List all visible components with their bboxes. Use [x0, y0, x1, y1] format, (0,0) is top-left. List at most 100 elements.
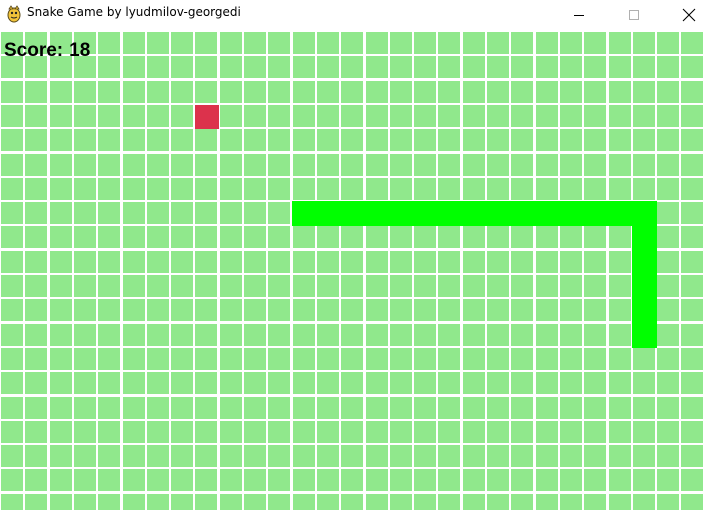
grid-cell	[341, 372, 363, 394]
grid-cell	[438, 129, 460, 151]
grid-cell	[74, 275, 96, 297]
grid-cell	[147, 421, 169, 443]
grid-cell	[220, 56, 242, 78]
grid-cell	[390, 372, 412, 394]
grid-cell	[681, 275, 703, 297]
grid-cell	[293, 105, 315, 127]
grid-cell	[123, 154, 145, 176]
grid-cell	[123, 32, 145, 54]
grid-cell	[536, 469, 558, 491]
grid-cell	[609, 445, 631, 467]
grid-cell	[171, 397, 193, 419]
grid-cell	[171, 275, 193, 297]
grid-cell	[220, 178, 242, 200]
grid-cell	[268, 202, 290, 224]
grid-cell	[74, 421, 96, 443]
grid-cell	[487, 105, 509, 127]
grid-cell	[633, 494, 655, 510]
grid-cell	[50, 275, 72, 297]
grid-cell	[463, 372, 485, 394]
grid-cell	[560, 275, 582, 297]
grid-cell	[244, 81, 266, 103]
grid-cell	[487, 469, 509, 491]
grid-cell	[438, 56, 460, 78]
grid-cell	[244, 129, 266, 151]
grid-cell	[74, 178, 96, 200]
grid-cell	[681, 202, 703, 224]
grid-cell	[681, 397, 703, 419]
grid-cell	[341, 324, 363, 346]
grid-cell	[390, 324, 412, 346]
grid-cell	[293, 226, 315, 248]
grid-cell	[560, 324, 582, 346]
grid-cell	[536, 32, 558, 54]
snake-segment	[535, 201, 560, 226]
grid-cell	[438, 275, 460, 297]
grid-cell	[657, 299, 679, 321]
close-button[interactable]	[666, 0, 712, 30]
grid-cell	[584, 324, 606, 346]
grid-cell	[317, 56, 339, 78]
grid-cell	[633, 348, 655, 370]
grid-cell	[195, 129, 217, 151]
grid-cell	[268, 251, 290, 273]
grid-cell	[463, 251, 485, 273]
grid-cell	[463, 299, 485, 321]
grid-cell	[195, 494, 217, 510]
grid-cell	[220, 226, 242, 248]
grid-cell	[98, 275, 120, 297]
grid-cell	[463, 56, 485, 78]
grid-cell	[74, 154, 96, 176]
grid-cell	[171, 202, 193, 224]
grid-cell	[195, 469, 217, 491]
grid-cell	[317, 129, 339, 151]
grid-cell	[511, 397, 533, 419]
grid-cell	[244, 299, 266, 321]
python-snake-icon	[6, 5, 22, 23]
grid-cell	[98, 324, 120, 346]
grid-cell	[147, 299, 169, 321]
grid-cell	[390, 226, 412, 248]
grid-cell	[123, 397, 145, 419]
grid-cell	[609, 324, 631, 346]
grid-cell	[584, 178, 606, 200]
snake-segment	[413, 201, 438, 226]
minimize-button[interactable]	[556, 0, 602, 30]
grid-cell	[584, 494, 606, 510]
grid-cell	[463, 129, 485, 151]
grid-cell	[341, 226, 363, 248]
grid-cell	[98, 129, 120, 151]
grid-cell	[341, 129, 363, 151]
grid-cell	[584, 299, 606, 321]
grid-cell	[171, 105, 193, 127]
grid-cell	[560, 226, 582, 248]
grid-cell	[220, 81, 242, 103]
grid-cell	[560, 56, 582, 78]
grid-cell	[147, 32, 169, 54]
grid-cell	[123, 129, 145, 151]
grid-cell	[317, 397, 339, 419]
grid-cell	[293, 372, 315, 394]
grid-cell	[244, 32, 266, 54]
grid-cell	[147, 397, 169, 419]
grid-cell	[681, 372, 703, 394]
grid-cell	[98, 299, 120, 321]
title-bar[interactable]: Snake Game by lyudmilov-georgedi	[0, 0, 712, 30]
grid-cell	[220, 129, 242, 151]
grid-cell	[317, 226, 339, 248]
grid-cell	[560, 469, 582, 491]
grid-cell	[25, 494, 47, 510]
grid-cell	[74, 494, 96, 510]
grid-cell	[123, 275, 145, 297]
game-canvas[interactable]: Score: 18	[0, 30, 712, 510]
maximize-button[interactable]	[611, 0, 657, 30]
grid-cell	[681, 324, 703, 346]
grid-cell	[511, 32, 533, 54]
grid-cell	[536, 129, 558, 151]
snake-segment	[486, 201, 511, 226]
grid-cell	[1, 202, 23, 224]
grid-cell	[268, 469, 290, 491]
grid-cell	[536, 56, 558, 78]
grid-cell	[1, 178, 23, 200]
grid-cell	[171, 494, 193, 510]
